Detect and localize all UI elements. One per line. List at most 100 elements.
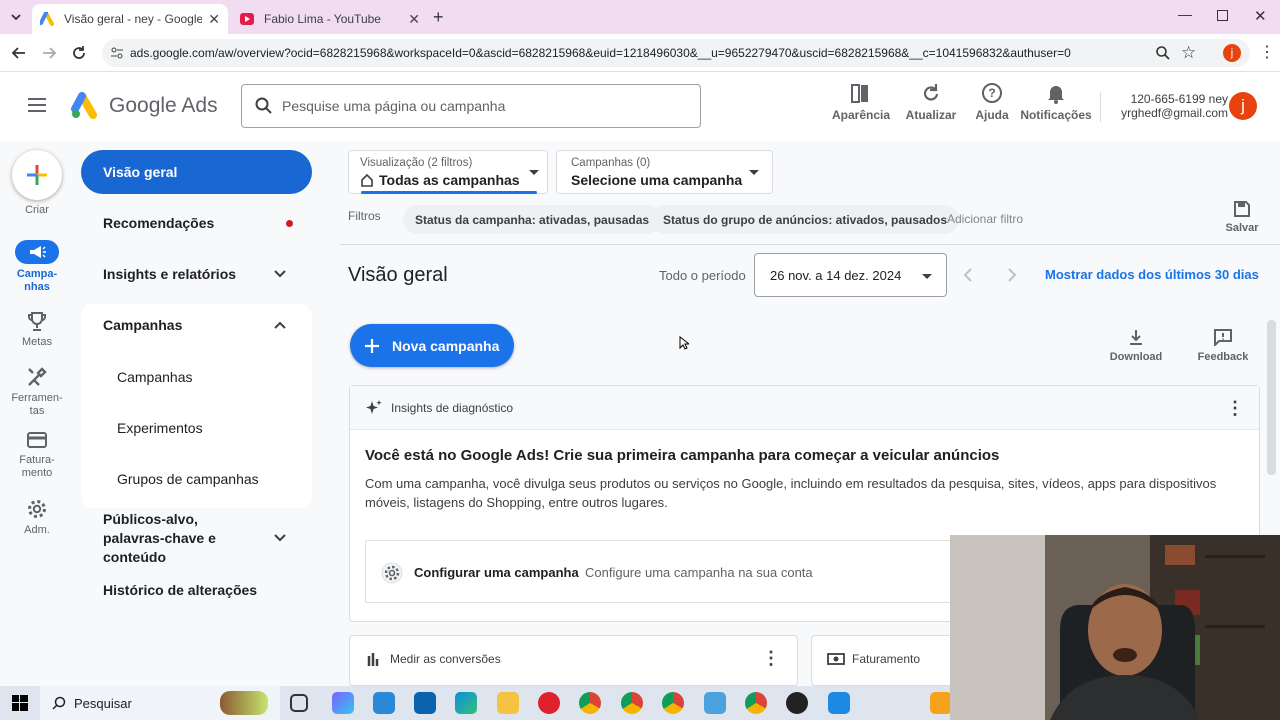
nav-audiences[interactable]: Públicos-alvo, palavras-chave e conteúdo bbox=[81, 511, 312, 565]
browser-tab-bar: Visão geral - ney - Google Ads ✕ Fabio L… bbox=[0, 0, 1280, 34]
account-info[interactable]: 120-665-6199 ney yrghedf@gmail.com bbox=[1108, 92, 1228, 120]
chrome-icon[interactable] bbox=[745, 692, 767, 714]
search-icon bbox=[255, 97, 273, 115]
nav-sub-campaigns[interactable]: Campanhas bbox=[81, 359, 312, 395]
plus-icon bbox=[12, 150, 62, 200]
nav-audiences-label: Públicos-alvo, palavras-chave e conteúdo bbox=[103, 510, 216, 565]
obs-icon[interactable] bbox=[786, 692, 808, 714]
add-filter-button[interactable]: Adicionar filtro bbox=[947, 212, 1023, 226]
filter-divider bbox=[340, 244, 1280, 245]
tab-google-ads[interactable]: Visão geral - ney - Google Ads ✕ bbox=[32, 4, 228, 34]
bookmark-star-icon[interactable]: ☆ bbox=[1181, 43, 1196, 63]
rail-goals[interactable]: Metas bbox=[0, 310, 74, 348]
search-input[interactable]: Pesquise uma página ou campanha bbox=[241, 84, 701, 128]
nav-overview[interactable]: Visão geral bbox=[81, 150, 312, 194]
create-button[interactable]: Criar bbox=[0, 150, 74, 216]
chevron-up-icon bbox=[273, 318, 287, 332]
filter-chip-adgroup-status[interactable]: Status do grupo de anúncios: ativados, p… bbox=[651, 205, 960, 234]
address-bar[interactable]: ads.google.com/aw/overview?ocid=68282159… bbox=[102, 39, 1250, 67]
campaign-selector[interactable]: Campanhas (0) Selecione uma campanha bbox=[556, 150, 773, 194]
tray-app-icon[interactable] bbox=[930, 692, 952, 714]
setup-campaign-row[interactable]: Configurar uma campanha Configure uma ca… bbox=[365, 540, 965, 603]
avatar[interactable]: j bbox=[1229, 92, 1257, 120]
minimize-icon[interactable]: — bbox=[1178, 6, 1192, 22]
chevron-right-icon[interactable] bbox=[1006, 267, 1018, 283]
tab-list-icon[interactable] bbox=[8, 9, 24, 25]
close-tab-icon[interactable]: ✕ bbox=[408, 11, 420, 28]
hamburger-menu-icon[interactable] bbox=[27, 97, 47, 113]
new-campaign-button[interactable]: Nova campanha bbox=[350, 324, 514, 367]
forward-icon[interactable] bbox=[40, 44, 58, 62]
close-window-icon[interactable]: ✕ bbox=[1254, 7, 1267, 25]
rail-billing[interactable]: Fatura- mento bbox=[0, 430, 74, 480]
nav-experiments-label: Experimentos bbox=[117, 420, 203, 436]
file-explorer-icon[interactable] bbox=[497, 692, 519, 714]
taskbar-search[interactable]: Pesquisar bbox=[40, 686, 280, 720]
reload-icon[interactable] bbox=[70, 44, 88, 62]
outlook-icon[interactable] bbox=[414, 692, 436, 714]
appearance-label: Aparência bbox=[832, 108, 891, 122]
cash-icon bbox=[827, 652, 845, 666]
chevron-down-icon bbox=[273, 267, 287, 281]
rail-admin[interactable]: Adm. bbox=[0, 498, 74, 536]
last-30-days-link[interactable]: Mostrar dados dos últimos 30 dias bbox=[1045, 267, 1259, 282]
google-ads-logo-icon[interactable] bbox=[70, 92, 100, 120]
nav-campaigns[interactable]: Campanhas bbox=[81, 307, 312, 343]
help-icon: ? bbox=[970, 82, 1014, 106]
maximize-icon[interactable] bbox=[1217, 10, 1228, 21]
admin-label: Adm. bbox=[24, 524, 50, 536]
refresh-icon bbox=[903, 82, 959, 106]
brand-title: Google Ads bbox=[109, 94, 218, 117]
rail-tools[interactable]: Ferramen- tas bbox=[0, 366, 74, 418]
notifications-label: Notificações bbox=[1020, 108, 1092, 122]
more-options-icon[interactable]: ⋮ bbox=[762, 648, 780, 669]
browser-menu-icon[interactable]: ⋮ bbox=[1259, 42, 1275, 62]
paint-icon[interactable] bbox=[828, 692, 850, 714]
appearance-button[interactable]: Aparência bbox=[832, 82, 891, 122]
back-icon[interactable] bbox=[10, 44, 28, 62]
rail-campaigns[interactable]: Campa- nhas bbox=[0, 240, 74, 294]
feedback-button[interactable]: Feedback bbox=[1194, 328, 1252, 363]
tab-youtube[interactable]: Fabio Lima - YouTube ✕ bbox=[232, 4, 428, 34]
nav-experiments[interactable]: Experimentos bbox=[81, 410, 312, 446]
webcam-overlay bbox=[950, 535, 1280, 720]
nav-campaign-groups[interactable]: Grupos de campanhas bbox=[81, 461, 312, 497]
refresh-button[interactable]: Atualizar bbox=[903, 82, 959, 122]
profile-avatar[interactable]: j bbox=[1223, 44, 1241, 62]
help-button[interactable]: ? Ajuda bbox=[970, 82, 1014, 122]
nav-recommendations[interactable]: Recomendações bbox=[81, 205, 312, 241]
tools-icon bbox=[0, 366, 74, 388]
more-options-icon[interactable]: ⋮ bbox=[1226, 398, 1244, 419]
zoom-icon[interactable] bbox=[1155, 45, 1171, 61]
chrome-icon[interactable] bbox=[579, 692, 601, 714]
nav-insights[interactable]: Insights e relatórios bbox=[81, 256, 312, 292]
nav-recommendations-label: Recomendações bbox=[103, 215, 215, 231]
chrome-icon[interactable] bbox=[662, 692, 684, 714]
notepad-icon[interactable] bbox=[704, 692, 726, 714]
new-tab-icon[interactable]: + bbox=[433, 7, 444, 28]
goals-label: Metas bbox=[22, 336, 52, 348]
close-tab-icon[interactable]: ✕ bbox=[208, 11, 220, 28]
opera-icon[interactable] bbox=[538, 692, 560, 714]
windows-start-icon[interactable] bbox=[12, 695, 28, 711]
nav-change-history[interactable]: Histórico de alterações bbox=[81, 572, 312, 608]
nav-change-history-label: Histórico de alterações bbox=[103, 582, 258, 598]
card-body: Com uma campanha, você divulga seus prod… bbox=[365, 476, 1217, 510]
date-range-picker[interactable]: 26 nov. a 14 dez. 2024 bbox=[754, 253, 947, 297]
task-view-icon[interactable] bbox=[290, 694, 308, 712]
notifications-button[interactable]: Notificações bbox=[1020, 82, 1092, 122]
edge-icon[interactable] bbox=[455, 692, 477, 714]
page-title: Visão geral bbox=[348, 264, 448, 286]
save-button[interactable]: Salvar bbox=[1222, 200, 1262, 234]
download-button[interactable]: Download bbox=[1105, 328, 1167, 363]
refresh-label: Atualizar bbox=[905, 108, 957, 122]
setup-campaign-desc: Configure uma campanha na sua conta bbox=[585, 565, 813, 580]
site-info-icon[interactable] bbox=[110, 46, 124, 60]
app-icon[interactable] bbox=[373, 692, 395, 714]
page-scrollbar[interactable] bbox=[1267, 320, 1276, 475]
filter-chip-campaign-status[interactable]: Status da campanha: ativadas, pausadas bbox=[403, 205, 662, 234]
chrome-icon[interactable] bbox=[621, 692, 643, 714]
chevron-left-icon[interactable] bbox=[962, 267, 974, 283]
copilot-icon[interactable] bbox=[332, 692, 354, 714]
view-selector[interactable]: Visualização (2 filtros) Todas as campan… bbox=[348, 150, 548, 194]
